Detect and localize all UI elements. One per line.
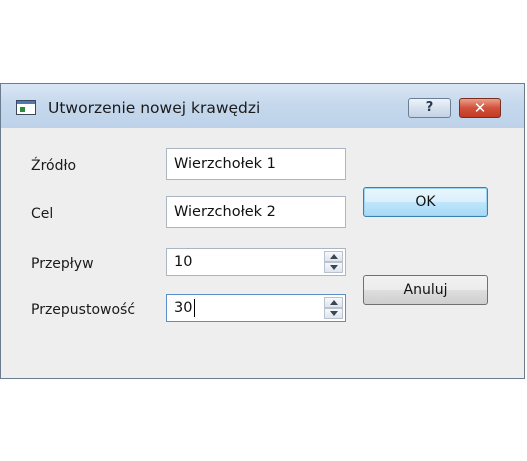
flow-label: Przepływ <box>31 256 94 272</box>
capacity-spin-arrows <box>324 297 343 319</box>
close-icon: ✕ <box>473 99 487 117</box>
flow-spinbox[interactable]: 10 <box>166 248 346 276</box>
dialog-title: Utworzenie nowej krawędzi <box>48 99 261 117</box>
capacity-spinbox[interactable]: 30 <box>166 294 346 322</box>
close-button[interactable]: ✕ <box>459 98 501 118</box>
flow-decrement-button[interactable] <box>324 262 343 273</box>
arrow-up-icon <box>330 300 338 305</box>
capacity-decrement-button[interactable] <box>324 308 343 319</box>
target-value: Wierzchołek 2 <box>174 204 276 220</box>
title-bar[interactable]: Utworzenie nowej krawędzi ? ✕ <box>1 84 524 128</box>
ok-button[interactable]: OK <box>363 187 488 217</box>
text-caret <box>194 299 195 317</box>
source-value: Wierzchołek 1 <box>174 156 276 172</box>
source-label: Źródło <box>31 158 77 174</box>
arrow-down-icon <box>330 311 338 316</box>
target-field[interactable]: Wierzchołek 2 <box>166 196 346 228</box>
capacity-label: Przepustowość <box>31 302 136 318</box>
capacity-increment-button[interactable] <box>324 297 343 308</box>
target-label: Cel <box>31 206 54 222</box>
source-field[interactable]: Wierzchołek 1 <box>166 148 346 180</box>
arrow-up-icon <box>330 254 338 259</box>
cancel-button[interactable]: Anuluj <box>363 275 488 305</box>
arrow-down-icon <box>330 265 338 270</box>
help-button[interactable]: ? <box>408 98 451 118</box>
dialog-window: Utworzenie nowej krawędzi ? ✕ Źródło Wie… <box>0 83 525 379</box>
capacity-value: 30 <box>174 300 193 316</box>
page: Utworzenie nowej krawędzi ? ✕ Źródło Wie… <box>0 0 527 461</box>
flow-increment-button[interactable] <box>324 251 343 262</box>
app-window-icon <box>16 100 36 115</box>
flow-spin-arrows <box>324 251 343 273</box>
flow-value: 10 <box>174 254 193 270</box>
help-icon: ? <box>425 100 434 115</box>
